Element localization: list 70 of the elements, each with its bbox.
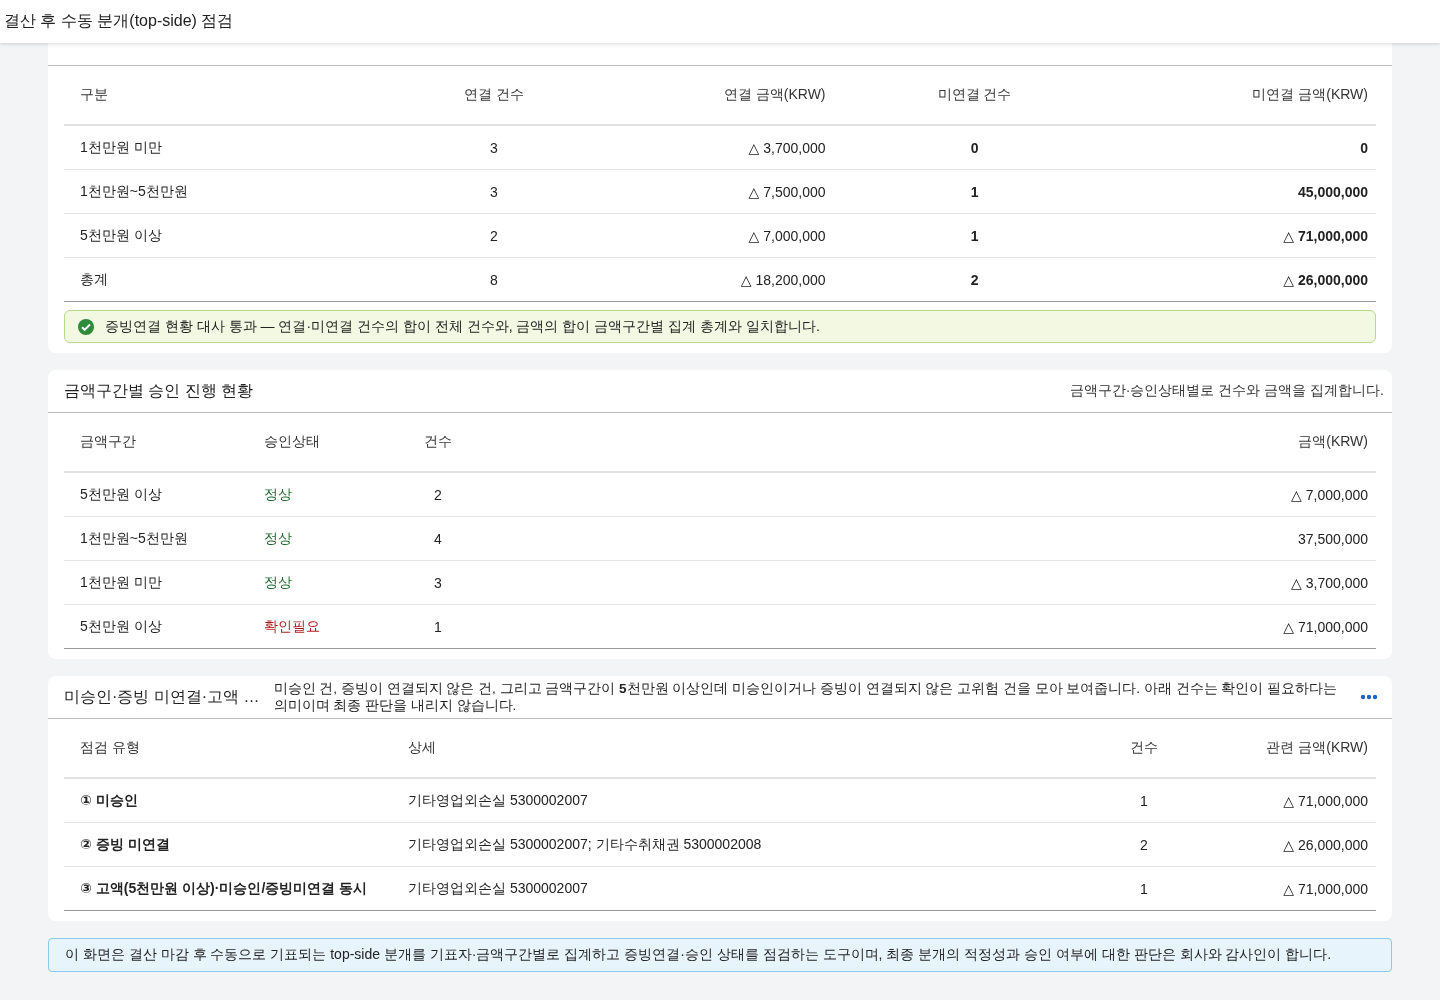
- table-cell: 3: [402, 560, 466, 605]
- more-icon: [1360, 694, 1378, 700]
- status-text: 확인필요: [248, 604, 402, 649]
- column-header: 금액(KRW): [466, 413, 1376, 472]
- column-header: 구분: [64, 66, 388, 125]
- table-cell: 0: [1107, 125, 1376, 170]
- table-cell: 기타영업외손실 5300002007; 기타수취채권 5300002008: [392, 822, 1098, 867]
- column-header: 미연결 건수: [833, 66, 1108, 125]
- table-cell: 1: [833, 213, 1108, 258]
- table-cell: 1: [402, 604, 466, 649]
- table-cell: △ 7,000,000: [592, 213, 834, 258]
- status-text: 정상: [248, 560, 402, 605]
- table-cell: 37,500,000: [466, 516, 1376, 561]
- table-cell: ② 증빙 미연결: [64, 822, 392, 867]
- table-cell: 2: [833, 257, 1108, 302]
- table-cell: △ 71,000,000: [1107, 213, 1376, 258]
- page-title: 결산 후 수동 분개(top-side) 점검: [4, 11, 234, 31]
- table-cell: 5천만원 이상: [64, 472, 248, 517]
- table-cell: 1천만원~5천만원: [64, 169, 388, 214]
- table-cell: 1: [1098, 866, 1182, 911]
- table-cell: ① 미승인: [64, 778, 392, 823]
- column-header: 연결 금액(KRW): [592, 66, 834, 125]
- table-cell: ③ 고액(5천만원 이상)·미승인/증빙미연결 동시: [64, 866, 392, 911]
- table-cell: △ 26,000,000: [1107, 257, 1376, 302]
- column-header: 점검 유형: [64, 719, 392, 778]
- table-cell: 45,000,000: [1107, 169, 1376, 214]
- table-cell: 2: [402, 472, 466, 517]
- card-description: 금액구간·승인상태별로 건수와 금액을 집계합니다.: [1069, 382, 1384, 400]
- table-cell: 1: [1098, 778, 1182, 823]
- table-cell: 8: [388, 257, 592, 302]
- table-cell: 5천만원 이상: [64, 604, 248, 649]
- info-note: 이 화면은 결산 마감 후 수동으로 기표되는 top-side 분개를 기표자·금액구간별로 집계하고 증빙연결·승인 상태를 점검하는 도구이며, 최종 분개의 적정성과 승인 여부에 대한 판단은 회사와 감사인이 합니다.: [48, 938, 1392, 972]
- column-header: 건수: [402, 413, 466, 472]
- table-cell: △ 26,000,000: [1182, 822, 1376, 867]
- table-cell: △ 18,200,000: [592, 257, 834, 302]
- table-cell: 0: [833, 125, 1108, 170]
- check-message: 증빙연결 현황 대사 통과 — 연결·미연결 건수의 합이 전체 건수와, 금액의 합이 금액구간별 집계 총계와 일치합니다.: [105, 317, 820, 336]
- table-cell: 5천만원 이상: [64, 213, 388, 258]
- status-text: 정상: [248, 516, 402, 561]
- column-header: 승인상태: [248, 413, 402, 472]
- table-cell: 3: [388, 169, 592, 214]
- column-header: 관련 금액(KRW): [1182, 719, 1376, 778]
- table-cell: △ 71,000,000: [466, 604, 1376, 649]
- column-header: 연결 건수: [388, 66, 592, 125]
- table-cell: △ 3,700,000: [466, 560, 1376, 605]
- table-cell: 1: [833, 169, 1108, 214]
- table-cell: 3: [388, 125, 592, 170]
- table-cell: △ 71,000,000: [1182, 866, 1376, 911]
- status-text: 정상: [248, 472, 402, 517]
- table-cell: △ 71,000,000: [1182, 778, 1376, 823]
- table-cell: 4: [402, 516, 466, 561]
- table-cell: △ 7,500,000: [592, 169, 834, 214]
- column-header: 금액구간: [64, 413, 248, 472]
- table-cell: 기타영업외손실 5300002007: [392, 866, 1098, 911]
- table-cell: 1천만원 미만: [64, 560, 248, 605]
- table-cell: 1천만원~5천만원: [64, 516, 248, 561]
- column-header: 건수: [1098, 719, 1182, 778]
- card-description: 미승인 건, 증빙이 연결되지 않은 건, 그리고 금액구간이 5천만원 이상인데 미승인이거나 증빙이 연결되지 않은 고위험 건을 모아 보여줍니다. 아래 건수는 확인이 필요하다는 의미이며 최종 판단을 내리지 않습니다.: [273, 680, 1339, 714]
- table-cell: 총계: [64, 257, 388, 302]
- table-cell: △ 7,000,000: [466, 472, 1376, 517]
- column-header: 미연결 금액(KRW): [1107, 66, 1376, 125]
- column-header: 상세: [392, 719, 1098, 778]
- table-cell: 1천만원 미만: [64, 125, 388, 170]
- table-cell: 2: [1098, 822, 1182, 867]
- table-cell: △ 3,700,000: [592, 125, 834, 170]
- table-cell: 2: [388, 213, 592, 258]
- check-circle-icon: [77, 317, 95, 336]
- card-title: 금액구간별 승인 진행 현황: [64, 380, 254, 401]
- table-cell: 기타영업외손실 5300002007: [392, 778, 1098, 823]
- card-title: 미승인·증빙 미연결·고액 …: [64, 686, 260, 707]
